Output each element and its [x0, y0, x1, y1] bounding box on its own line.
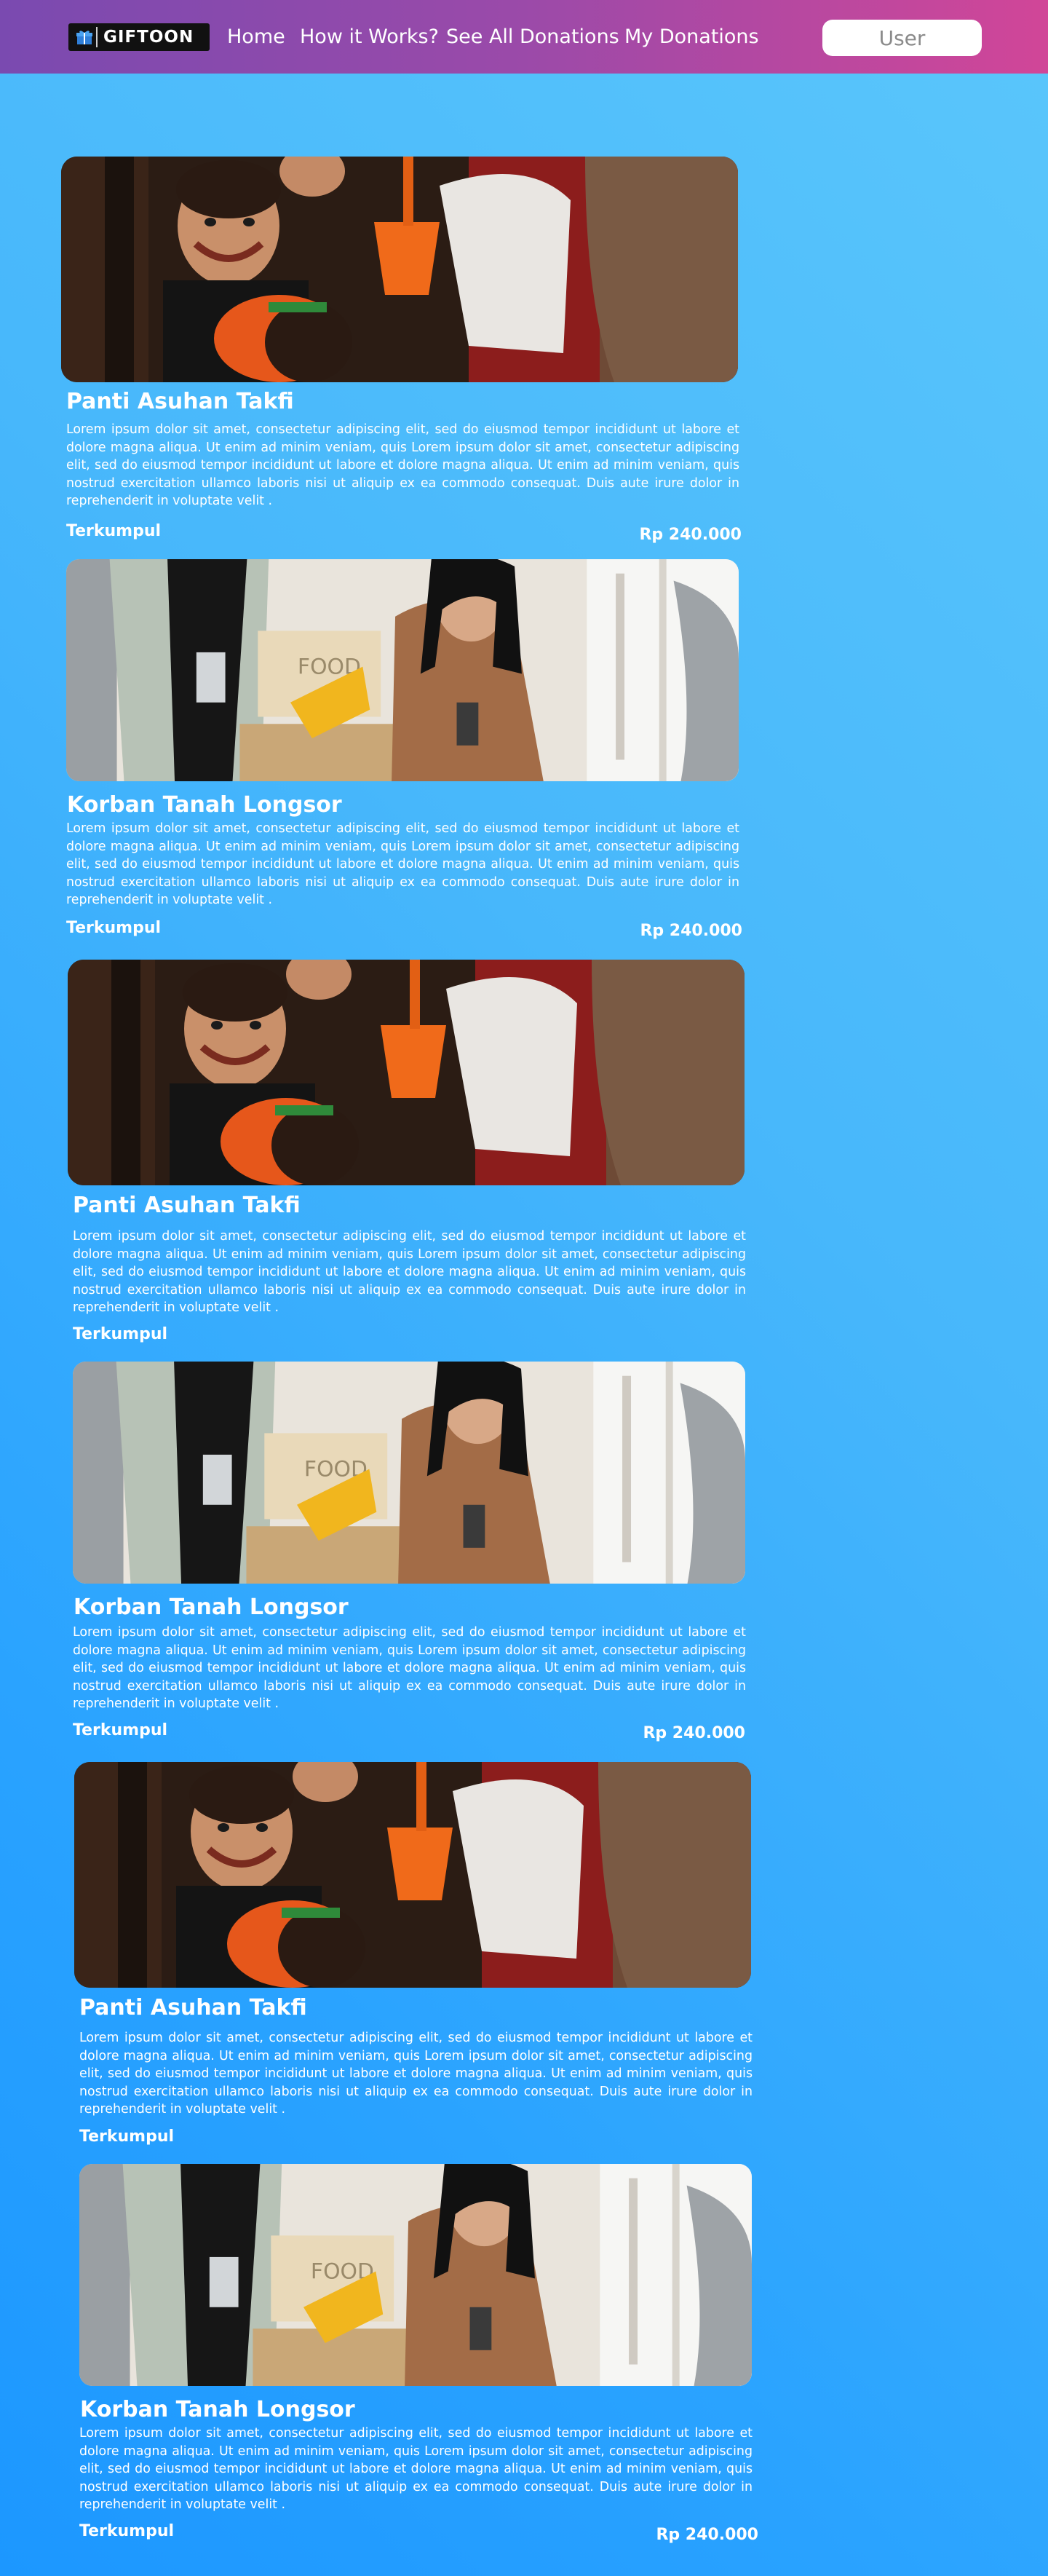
donation-card-image: [74, 1762, 751, 1988]
donation-card[interactable]: Korban Tanah Longsor Lorem ipsum dolor s…: [66, 559, 747, 956]
nav-my-donations-link[interactable]: My Donations: [624, 23, 759, 51]
donation-card[interactable]: Panti Asuhan Takfi Lorem ipsum dolor sit…: [68, 960, 748, 1346]
donation-card-collected-label: Terkumpul: [66, 522, 162, 540]
donation-card-collected-label: Terkumpul: [73, 1721, 168, 1739]
brand-logo[interactable]: GIFTOON: [68, 23, 210, 51]
donation-card-title: Korban Tanah Longsor: [74, 1595, 349, 1620]
user-account-button[interactable]: User: [822, 20, 982, 56]
donation-card-collected-label: Terkumpul: [73, 1325, 168, 1343]
donation-card-description: Lorem ipsum dolor sit amet, consectetur …: [79, 2031, 753, 2117]
donation-card-description: Lorem ipsum dolor sit amet, consectetur …: [66, 422, 739, 508]
donation-card-collected-label: Terkumpul: [79, 2127, 175, 2146]
donation-card-title: Korban Tanah Longsor: [67, 792, 342, 818]
donation-card-image: [73, 1362, 745, 1584]
brand-name: GIFTOON: [103, 28, 194, 47]
donation-card-title: Korban Tanah Longsor: [80, 2397, 355, 2422]
donation-card-amount: Rp 240.000: [656, 2526, 758, 2544]
donation-card-image: [61, 157, 738, 382]
donation-card-title: Panti Asuhan Takfi: [73, 1193, 301, 1218]
nav-how-it-works-link[interactable]: How it Works?: [300, 23, 439, 51]
donation-card[interactable]: Korban Tanah Longsor Lorem ipsum dolor s…: [73, 1362, 753, 1747]
donation-card-image: [66, 559, 739, 781]
donation-card-description: Lorem ipsum dolor sit amet, consectetur …: [73, 1229, 746, 1315]
donation-card-description: Lorem ipsum dolor sit amet, consectetur …: [66, 821, 739, 907]
donation-card-title: Panti Asuhan Takfi: [66, 389, 294, 414]
donation-card-image: [68, 960, 745, 1185]
donation-card[interactable]: Panti Asuhan Takfi Lorem ipsum dolor sit…: [61, 157, 742, 550]
donation-card-collected-label: Terkumpul: [79, 2522, 175, 2540]
gift-icon: [73, 27, 98, 47]
donation-card-amount: Rp 240.000: [640, 922, 742, 940]
donation-card-amount: Rp 240.000: [639, 526, 742, 544]
nav-home-link[interactable]: Home: [227, 23, 285, 51]
donation-card-amount: Rp 240.000: [643, 1724, 745, 1742]
donation-card-description: Lorem ipsum dolor sit amet, consectetur …: [79, 2426, 753, 2512]
nav-see-all-donations-link[interactable]: See All Donations: [446, 23, 619, 51]
donation-card-collected-label: Terkumpul: [66, 919, 162, 937]
donation-card-title: Panti Asuhan Takfi: [79, 1995, 307, 2020]
donation-card[interactable]: Panti Asuhan Takfi Lorem ipsum dolor sit…: [74, 1762, 755, 2148]
donation-card-image: [79, 2164, 752, 2386]
top-navbar: GIFTOON Home How it Works? See All Donat…: [0, 0, 1048, 74]
donation-card-description: Lorem ipsum dolor sit amet, consectetur …: [73, 1625, 746, 1711]
donation-card[interactable]: Korban Tanah Longsor Lorem ipsum dolor s…: [79, 2164, 760, 2557]
